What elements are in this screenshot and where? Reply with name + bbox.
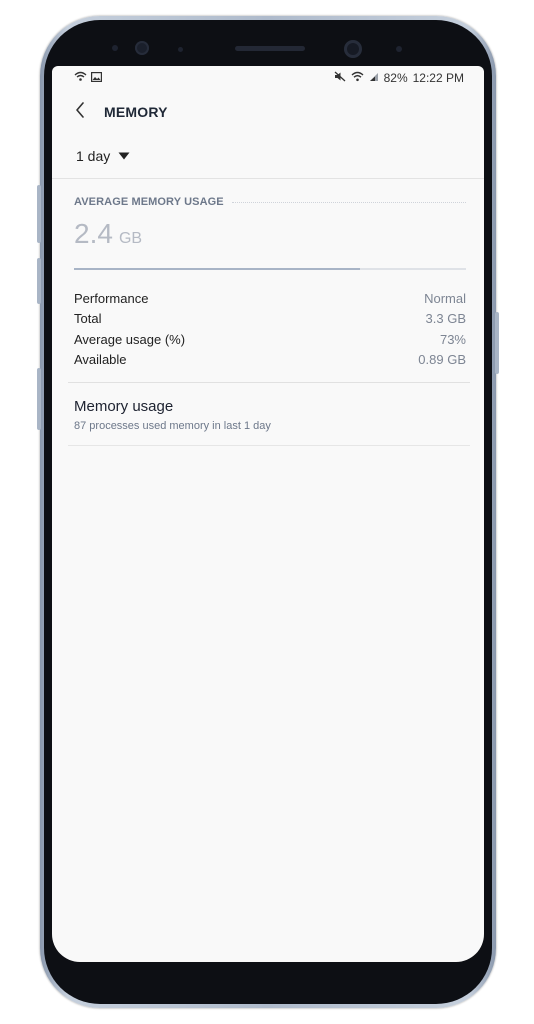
average-usage-value: 2.4 GB [74,218,142,250]
period-row: 1 day [52,142,484,179]
period-dropdown[interactable]: 1 day [76,147,130,165]
stat-row-average-usage: Average usage (%) 73% [74,329,466,350]
usage-progress-fill [74,268,361,270]
memory-usage-subtitle: 87 processes used memory in last 1 day [74,420,271,432]
wifi-calling-icon [74,71,87,85]
section-title: AVERAGE MEMORY USAGE [74,196,224,208]
stat-label: Total [74,311,102,327]
mute-icon [334,71,346,85]
power-button [495,312,499,374]
chevron-left-icon [75,101,85,123]
stat-row-total: Total 3.3 GB [74,309,466,330]
earpiece-speaker [235,46,305,51]
usage-progress-bar [74,268,466,270]
stats-list: Performance Normal Total 3.3 GB Average … [74,288,466,370]
status-bar: 82% 12:22 PM [52,66,484,90]
dropdown-triangle-icon [118,147,130,165]
front-camera [344,40,362,58]
stat-row-performance: Performance Normal [74,288,466,309]
stat-row-available: Available 0.89 GB [74,350,466,371]
gallery-icon [91,71,103,85]
volume-down-button [37,368,41,430]
proximity-sensor [112,45,118,51]
status-right-icons: 82% 12:22 PM [334,71,464,85]
screen: 82% 12:22 PM MEMORY 1 day AVERAGE MEMORY… [52,66,484,962]
light-sensor [178,47,183,52]
usage-number: 2.4 [74,218,113,249]
wifi-icon [351,71,364,85]
iris-led [396,46,402,52]
bixby-button [37,185,41,243]
period-label: 1 day [76,148,111,164]
memory-usage-title: Memory usage [74,398,174,415]
stat-label: Available [74,352,127,368]
stat-value: 73% [439,331,466,347]
stat-label: Average usage (%) [74,331,186,347]
page-title: MEMORY [104,104,168,120]
iris-sensor [135,41,149,55]
section-divider [231,201,466,203]
section-header: AVERAGE MEMORY USAGE [74,194,466,210]
volume-up-button [37,258,41,304]
battery-percent: 82% [383,71,408,85]
stat-value: 3.3 GB [425,311,466,327]
app-bar: MEMORY [52,94,484,130]
clock: 12:22 PM [412,71,464,85]
signal-icon [369,71,379,85]
status-left-icons [74,71,103,85]
stat-value: 0.89 GB [418,352,466,368]
memory-usage-list-item[interactable]: Memory usage 87 processes used memory in… [68,383,470,446]
stat-value: Normal [424,290,466,306]
usage-unit: GB [118,230,143,247]
back-button[interactable] [70,101,90,123]
stat-label: Performance [74,290,149,306]
